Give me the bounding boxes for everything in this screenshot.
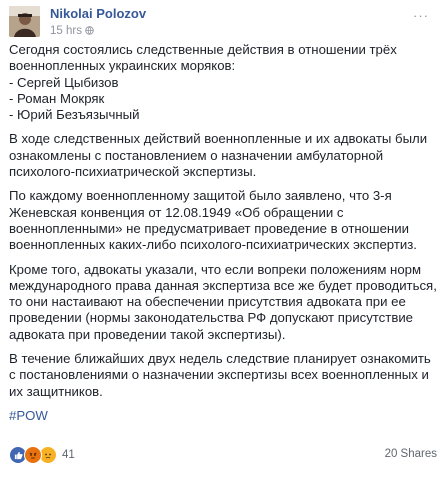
post-options-menu[interactable]: ···	[413, 8, 429, 23]
reaction-count[interactable]: 41	[62, 449, 75, 461]
avatar-image	[9, 6, 40, 37]
post-paragraph-5: В течение ближайших двух недель следстви…	[9, 351, 431, 399]
author-name[interactable]: Nikolai Polozov	[50, 6, 146, 21]
shares-count[interactable]: 20 Shares	[385, 448, 437, 460]
list-item: - Юрий Безъязычный	[9, 107, 140, 123]
post-header: Nikolai Polozov 15 hrs ···	[9, 6, 429, 38]
avatar[interactable]	[9, 6, 40, 37]
list-item: - Роман Мокряк	[9, 90, 105, 106]
post-meta: 15 hrs	[50, 25, 94, 37]
post-paragraph-2: В ходе следственных действий военнопленн…	[9, 131, 428, 180]
post-body: Сегодня состоялись следственные действия…	[9, 42, 437, 432]
post-footer: 41 20 Shares	[9, 446, 437, 464]
globe-icon	[85, 26, 94, 35]
hashtag-link[interactable]: #POW	[9, 408, 437, 424]
post-paragraph-1: Сегодня состоялись следственные действия…	[9, 42, 437, 123]
list-item: - Сергей Цыбизов	[9, 74, 119, 90]
post-paragraph-3: По каждому военнопленному защитой было з…	[9, 188, 417, 253]
angry-icon	[24, 446, 42, 464]
post-paragraph-4: Кроме того, адвокаты указали, что если в…	[9, 261, 437, 342]
reactions-summary[interactable]: 41	[9, 446, 75, 464]
paragraph-line: Сегодня состоялись следственные действия…	[9, 42, 397, 74]
post-time[interactable]: 15 hrs	[50, 25, 82, 37]
